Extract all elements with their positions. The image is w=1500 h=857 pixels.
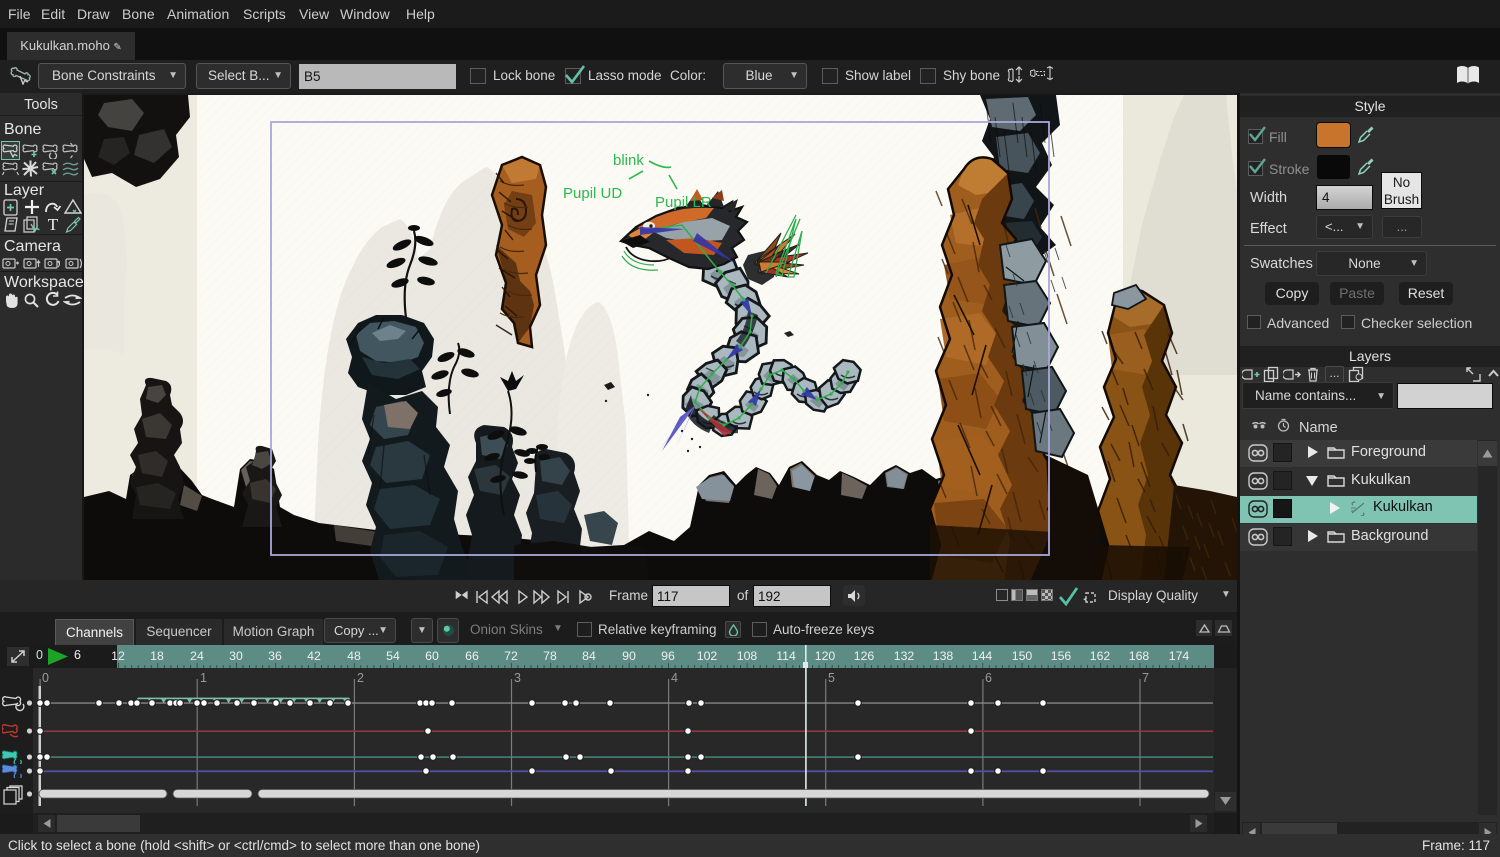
svg-text:7: 7 [1142, 671, 1149, 685]
svg-text:174: 174 [1169, 649, 1190, 663]
svg-text:90: 90 [622, 649, 636, 663]
svg-text:5: 5 [828, 671, 835, 685]
svg-text:150: 150 [1012, 649, 1033, 663]
svg-text:42: 42 [307, 649, 321, 663]
svg-text:Pupil UD: Pupil UD [563, 185, 622, 202]
svg-text:156: 156 [1051, 649, 1072, 663]
svg-text:114: 114 [776, 649, 796, 663]
svg-text:24: 24 [190, 649, 204, 663]
svg-text:30: 30 [229, 649, 243, 663]
svg-text:132: 132 [894, 649, 915, 663]
svg-text:162: 162 [1090, 649, 1111, 663]
svg-text:36: 36 [268, 649, 282, 663]
svg-text:60: 60 [425, 649, 439, 663]
svg-text:138: 138 [933, 649, 954, 663]
svg-text:102: 102 [697, 649, 718, 663]
svg-text:T: T [48, 216, 59, 233]
svg-text:108: 108 [737, 649, 758, 663]
svg-text:blink: blink [613, 152, 644, 169]
svg-text:3: 3 [514, 671, 521, 685]
svg-text:96: 96 [661, 649, 675, 663]
svg-text:0: 0 [42, 671, 49, 685]
svg-text:18: 18 [150, 649, 164, 663]
svg-text:72: 72 [504, 649, 518, 663]
svg-text:54: 54 [386, 649, 400, 663]
svg-text:6: 6 [985, 671, 992, 685]
svg-text:2: 2 [357, 671, 364, 685]
svg-text:168: 168 [1129, 649, 1150, 663]
svg-text:78: 78 [543, 649, 557, 663]
svg-text:1: 1 [200, 671, 207, 685]
svg-text:84: 84 [582, 649, 596, 663]
svg-text:120: 120 [815, 649, 836, 663]
svg-text:48: 48 [347, 649, 361, 663]
svg-text:144: 144 [972, 649, 993, 663]
svg-text:66: 66 [465, 649, 479, 663]
svg-text:4: 4 [671, 671, 678, 685]
svg-text:126: 126 [854, 649, 875, 663]
svg-text:12: 12 [111, 649, 125, 663]
svg-text:Pupil LR: Pupil LR [655, 194, 712, 211]
